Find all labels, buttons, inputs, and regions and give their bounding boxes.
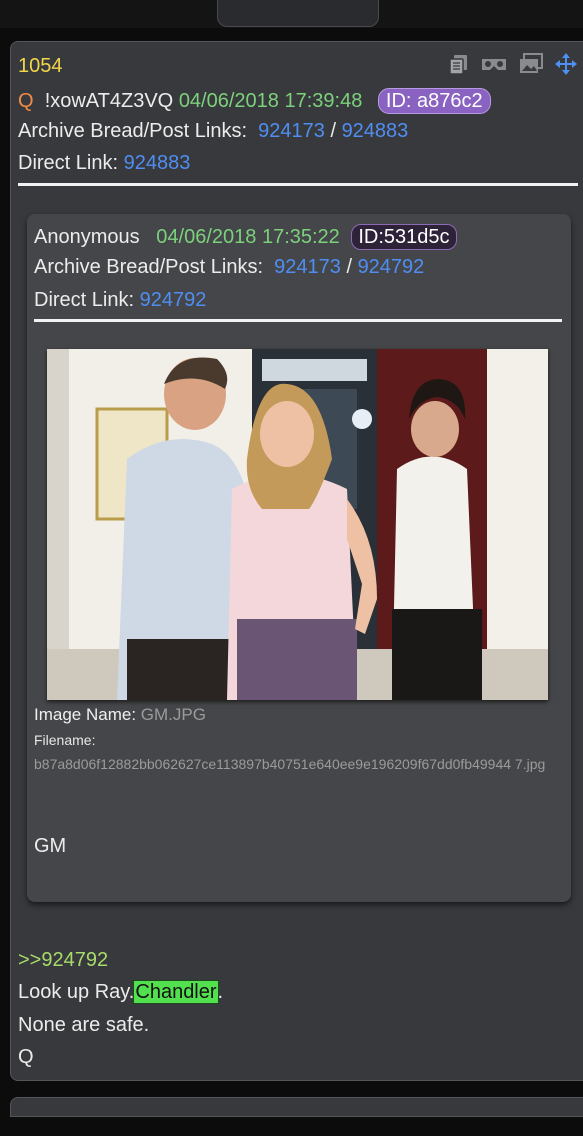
direct-link[interactable]: 924883 — [124, 152, 191, 174]
q-marker: Q — [18, 90, 34, 112]
header-divider — [18, 183, 578, 186]
quoted-link-separator: / — [346, 256, 352, 278]
archive-link[interactable]: 924173 — [258, 120, 325, 142]
post-timestamp: 04/06/2018 17:39:48 — [178, 90, 363, 112]
quoted-archive-label: Archive Bread/Post Links: — [34, 256, 263, 278]
direct-link-label: Direct Link: — [18, 152, 119, 174]
next-post-edge — [10, 1097, 583, 1117]
quoted-header: Anonymous 04/06/2018 17:35:22 ID:531d5c — [34, 224, 457, 250]
quoted-author: Anonymous — [34, 226, 140, 248]
quoted-archive-link[interactable]: 924173 — [274, 256, 341, 278]
reply-punctuation: . — [217, 981, 224, 1003]
quoted-timestamp: 04/06/2018 17:35:22 — [156, 226, 340, 248]
filename-label: Filename: — [34, 732, 96, 748]
quoted-direct-row: Direct Link: 924792 — [34, 289, 206, 312]
direct-link-row: Direct Link: 924883 — [18, 152, 190, 175]
photo-illustration — [47, 349, 548, 700]
vr-goggles-icon[interactable] — [480, 54, 508, 74]
id-badge[interactable]: ID: a876c2 — [377, 88, 491, 114]
filename-hash[interactable]: b87a8d06f12882bb062627ce113897b40751e640… — [34, 753, 564, 776]
post-link[interactable]: 924883 — [342, 120, 409, 142]
archive-label: Archive Bread/Post Links: — [18, 120, 247, 142]
post-number[interactable]: 1054 — [18, 55, 63, 78]
image-name-row: Image Name: GM.JPG — [34, 705, 206, 725]
post-toolbar — [448, 52, 578, 76]
reply-line-1: Look up Ray.Chandler. — [18, 980, 224, 1004]
tripcode: !xowAT4Z3VQ — [44, 90, 174, 112]
reply-line-2: None are safe. — [18, 1014, 150, 1036]
top-bar — [0, 0, 583, 28]
quoted-archive-row: Archive Bread/Post Links: 924173 / 92479… — [34, 256, 424, 279]
image-gallery-icon[interactable] — [518, 53, 544, 75]
move-arrows-icon[interactable] — [554, 52, 578, 76]
quoted-body: GM — [34, 835, 67, 857]
quoted-direct-label: Direct Link: — [34, 289, 135, 311]
attached-photo[interactable] — [47, 349, 548, 700]
archive-links-row: Archive Bread/Post Links: 924173 / 92488… — [18, 120, 408, 143]
image-name[interactable]: GM.JPG — [141, 705, 206, 724]
link-separator: / — [330, 120, 336, 142]
image-name-label: Image Name: — [34, 705, 137, 724]
quoted-direct-link[interactable]: 924792 — [140, 289, 207, 311]
copy-icon[interactable] — [448, 53, 470, 75]
quoted-post-link[interactable]: 924792 — [358, 256, 425, 278]
reply-text: Look up Ray. — [18, 981, 135, 1003]
quote-reference[interactable]: >>924792 — [18, 949, 108, 972]
highlighted-word: Chandler — [133, 980, 219, 1004]
quoted-id-badge[interactable]: ID:531d5c — [351, 224, 457, 250]
reply-signature: Q — [18, 1046, 34, 1068]
post-header: Q !xowAT4Z3VQ 04/06/2018 17:39:48 ID: a8… — [18, 88, 491, 114]
top-tab[interactable] — [217, 0, 379, 27]
quoted-divider — [34, 319, 562, 322]
